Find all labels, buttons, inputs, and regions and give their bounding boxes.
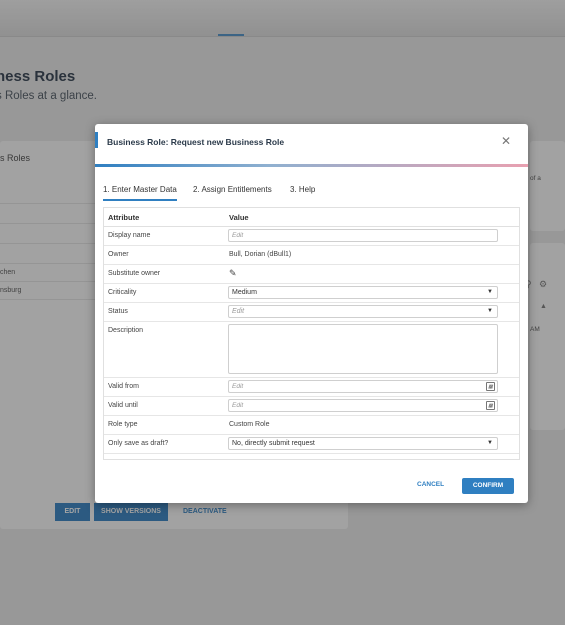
attribute-column-header: Attribute [108,213,140,222]
table-row: Owner Bull, Dorian (dBull1) [104,246,519,265]
table-row: Valid from Edit ▦ [104,378,519,397]
pencil-icon[interactable]: ✎ [229,268,237,279]
close-icon[interactable]: ✕ [501,134,511,148]
table-row: Criticality Medium ▼ [104,284,519,303]
value-column-header: Value [229,213,249,222]
dialog-accent [95,132,98,148]
tab-assign-entitlements[interactable]: 2. Assign Entitlements [193,185,272,194]
substitute-owner-label: Substitute owner [108,270,161,277]
table-row: Substitute owner ✎ [104,265,519,284]
confirm-button[interactable]: CONFIRM [462,478,514,494]
status-select[interactable]: Edit ▼ [228,305,498,318]
description-label: Description [108,327,144,334]
calendar-icon[interactable]: ▦ [486,401,495,410]
valid-from-input[interactable]: Edit ▦ [228,380,498,393]
description-textarea[interactable] [228,324,498,374]
display-name-input[interactable]: Edit [228,229,498,242]
draft-select[interactable]: No, directly submit request ▼ [228,437,498,450]
valid-until-label: Valid until [108,402,138,409]
draft-label: Only save as draft? [108,440,169,447]
dialog-progress-bar [95,164,528,167]
owner-value: Bull, Dorian (dBull1) [229,251,292,258]
chevron-down-icon: ▼ [487,308,493,314]
valid-from-label: Valid from [108,383,139,390]
dialog-title: Business Role: Request new Business Role [107,137,285,147]
table-row: Role type Custom Role [104,416,519,435]
chevron-down-icon: ▼ [487,289,493,295]
role-type-value: Custom Role [229,421,270,428]
table-row: Description [104,322,519,378]
table-row: Display name Edit [104,227,519,246]
table-header: Attribute Value [104,208,519,227]
owner-label: Owner [108,251,129,258]
calendar-icon[interactable]: ▦ [486,382,495,391]
criticality-select[interactable]: Medium ▼ [228,286,498,299]
status-label: Status [108,308,128,315]
request-dialog: Business Role: Request new Business Role… [95,124,528,503]
cancel-button[interactable]: CANCEL [417,481,444,488]
criticality-label: Criticality [108,289,137,296]
role-type-label: Role type [108,421,138,428]
table-row: Status Edit ▼ [104,303,519,322]
master-data-table: Attribute Value Display name Edit Owner … [103,207,520,460]
table-row: Valid until Edit ▦ [104,397,519,416]
valid-until-input[interactable]: Edit ▦ [228,399,498,412]
chevron-down-icon: ▼ [487,440,493,446]
display-name-label: Display name [108,232,151,239]
tab-help[interactable]: 3. Help [290,185,315,194]
tab-enter-master-data[interactable]: 1. Enter Master Data [103,185,177,201]
table-row: Only save as draft? No, directly submit … [104,435,519,454]
